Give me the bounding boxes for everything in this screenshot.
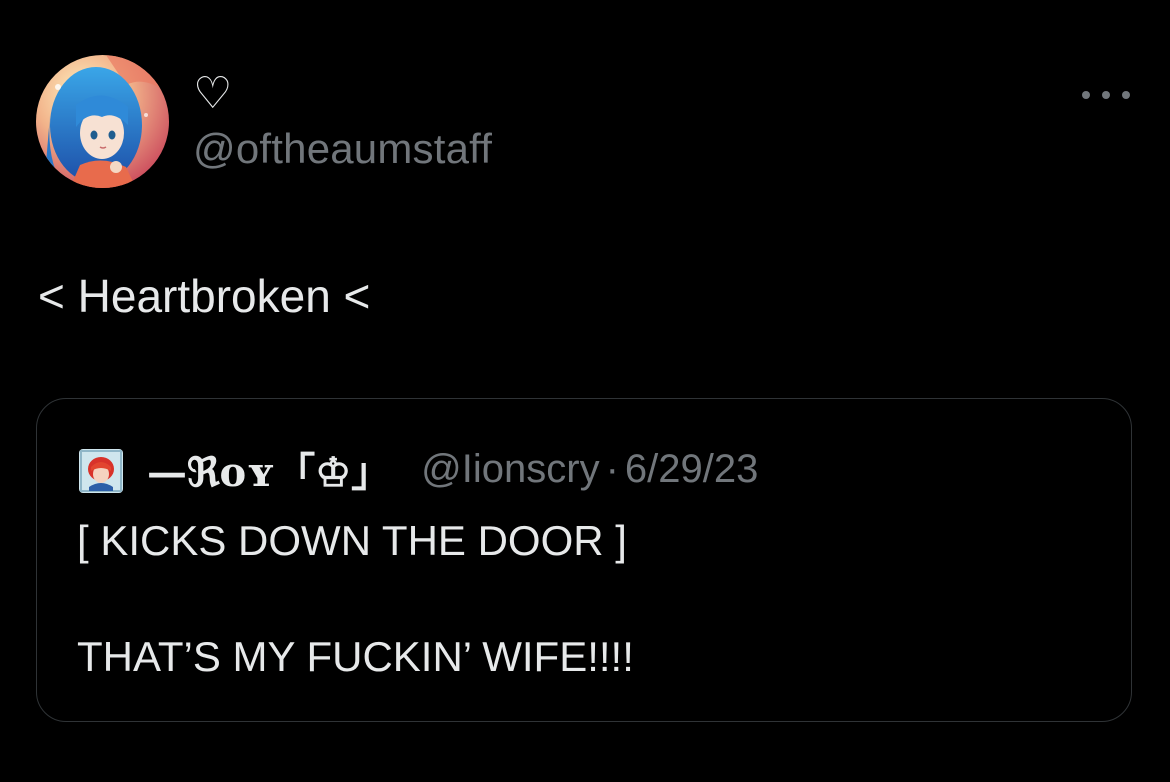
quoted-tweet[interactable]: —ℜoʏ「♔」 @Iionscry · 6/29/23 [ KICKS DOWN…: [36, 398, 1132, 722]
display-name[interactable]: ♡: [193, 66, 232, 122]
tweet-text: < Heartbroken <: [38, 270, 371, 322]
quote-text-line: THAT’S MY FUCKIN’ WIFE!!!!: [77, 633, 634, 680]
separator-dot: ·: [605, 446, 619, 491]
quote-header: —ℜoʏ「♔」 @Iionscry · 6/29/23: [147, 440, 758, 498]
anime-character-avatar-icon: [79, 449, 123, 493]
user-handle[interactable]: @oftheaumstaff: [193, 124, 492, 174]
quote-date[interactable]: 6/29/23: [625, 447, 758, 492]
anime-character-avatar-icon: [36, 55, 169, 188]
more-dots-icon: [1122, 91, 1130, 99]
quote-text-line: [ KICKS DOWN THE DOOR ]: [77, 517, 627, 564]
more-dots-icon: [1102, 91, 1110, 99]
more-options-button[interactable]: [1082, 84, 1130, 106]
quote-avatar[interactable]: [79, 449, 123, 493]
avatar[interactable]: [36, 55, 169, 188]
tweet: ♡ @oftheaumstaff < Heartbroken < —ℜoʏ「♔」…: [0, 0, 1170, 782]
more-dots-icon: [1082, 91, 1090, 99]
quote-author-name[interactable]: —ℜoʏ「♔」: [147, 440, 391, 498]
quote-author-handle[interactable]: @Iionscry: [421, 447, 599, 492]
